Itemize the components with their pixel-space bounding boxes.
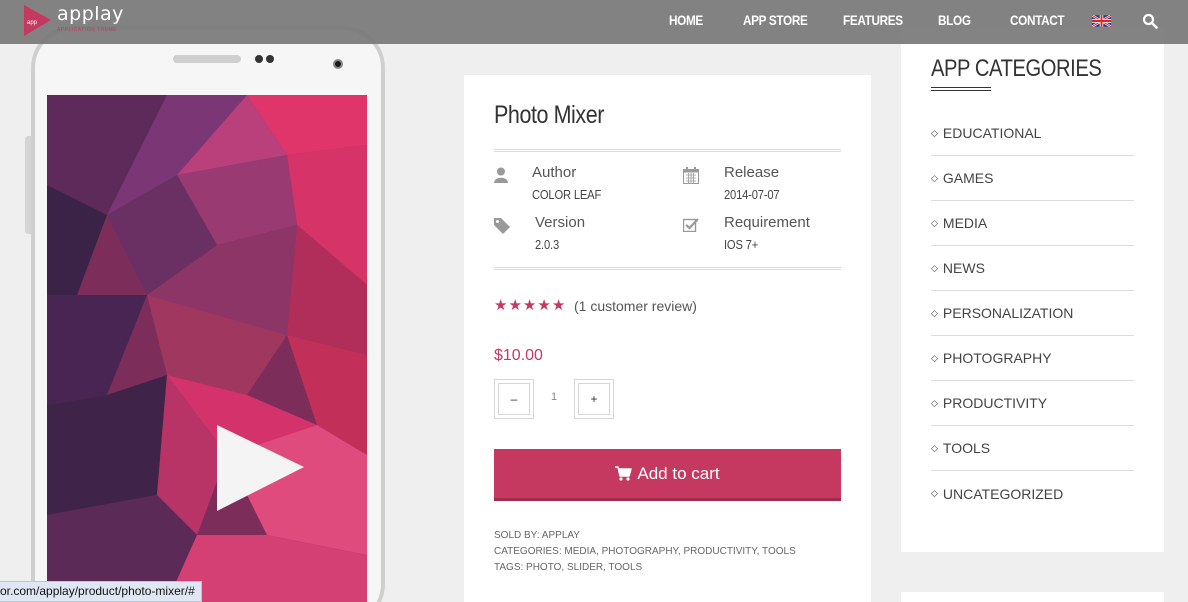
star-icon: ★ xyxy=(537,297,551,314)
phone-camera xyxy=(333,59,343,69)
category-item[interactable]: ◇ PERSONALIZATION xyxy=(931,291,1134,336)
requirement-label: Requirement xyxy=(724,214,810,231)
diamond-icon: ◇ xyxy=(931,127,938,138)
divider xyxy=(494,149,841,152)
quantity-decrease-button[interactable]: – xyxy=(494,379,534,419)
version-label: Version xyxy=(535,214,586,231)
logo-tagline: APPLICATION THEME xyxy=(57,27,117,33)
diamond-icon: ◇ xyxy=(931,217,938,228)
diamond-icon: ◇ xyxy=(931,397,938,408)
polygon-background xyxy=(47,95,367,602)
sold-by: SOLD BY: APPLAY xyxy=(494,530,580,541)
svg-text:app: app xyxy=(27,20,38,26)
diamond-icon: ◇ xyxy=(931,488,938,498)
category-item[interactable]: ◇ PRODUCTIVITY xyxy=(931,381,1134,426)
widget-title: APP CATEGORIES xyxy=(931,55,1102,82)
play-icon[interactable] xyxy=(217,425,307,515)
nav-app-store[interactable]: APP STORE xyxy=(743,12,808,28)
checkbox-icon xyxy=(683,218,699,232)
author-label: Author xyxy=(532,164,577,181)
quantity-input[interactable]: 1 xyxy=(546,391,562,403)
release-value: 2014-07-07 xyxy=(724,187,780,202)
release-label: Release xyxy=(724,164,780,181)
next-widget xyxy=(901,592,1164,602)
search-icon[interactable] xyxy=(1142,13,1158,29)
shopping-cart-icon xyxy=(615,466,633,481)
version-value: 2.0.3 xyxy=(535,237,560,252)
logo-mark-icon: app xyxy=(24,5,51,36)
diamond-icon: ◇ xyxy=(931,172,938,183)
star-icon: ★ xyxy=(522,297,537,314)
star-icon: ★ xyxy=(508,297,522,314)
uk-flag-icon[interactable] xyxy=(1092,15,1111,27)
category-item[interactable]: ◇ EDUCATIONAL xyxy=(931,111,1134,156)
star-icon: ★ xyxy=(551,297,566,314)
app-categories-widget: APP CATEGORIES ◇ EDUCATIONAL ◇ GAMES ◇ MEDI… xyxy=(901,28,1164,552)
tag-icon xyxy=(494,218,510,234)
nav-features[interactable]: FEATURES xyxy=(843,12,903,28)
add-to-cart-label: Add to cart xyxy=(637,463,720,483)
phone-speaker xyxy=(173,55,241,63)
category-item[interactable]: ◇ MEDIA xyxy=(931,201,1134,246)
diamond-icon: ◇ xyxy=(931,442,938,453)
category-item[interactable]: ◇ PHOTOGRAPHY xyxy=(931,336,1134,381)
star-icon: ★ xyxy=(494,297,508,314)
nav-home[interactable]: HOME xyxy=(669,12,703,28)
product-categories[interactable]: CATEGORIES: MEDIA, PHOTOGRAPHY, PRODUCTI… xyxy=(494,546,796,557)
diamond-icon: ◇ xyxy=(931,352,938,363)
divider xyxy=(494,267,841,270)
category-item[interactable]: ◇ NEWS xyxy=(931,246,1134,291)
star-rating: ★ ★ ★ ★ ★ xyxy=(494,298,565,314)
logo[interactable]: app applay APPLICATION THEME xyxy=(24,3,124,37)
category-item[interactable]: ◇ UNCATEGORIZED xyxy=(931,471,1134,516)
nav-contact[interactable]: CONTACT xyxy=(1010,12,1065,28)
phone-sensor-dot xyxy=(266,55,274,63)
status-url: or.com/applay/product/photo-mixer/# xyxy=(0,581,202,602)
add-to-cart-button[interactable]: Add to cart xyxy=(494,449,841,501)
nav-blog[interactable]: BLOG xyxy=(938,12,971,28)
diamond-icon: ◇ xyxy=(931,307,938,318)
logo-text: applay xyxy=(57,3,124,25)
category-list: ◇ EDUCATIONAL ◇ GAMES ◇ MEDIA ◇ NEWS ◇ PERSON… xyxy=(931,111,1134,516)
user-icon xyxy=(494,167,508,183)
category-item[interactable]: ◇ TOOLS xyxy=(931,426,1134,471)
top-navigation-bar: app applay APPLICATION THEME HOME APP ST… xyxy=(0,0,1188,44)
category-item[interactable]: ◇ GAMES xyxy=(931,156,1134,201)
product-tags[interactable]: TAGS: PHOTO, SLIDER, TOOLS xyxy=(494,562,642,573)
diamond-icon: ◇ xyxy=(931,262,938,273)
phone-sensor-dot xyxy=(255,55,263,63)
product-card: Photo Mixer Author COLOR LEAF Release 20… xyxy=(464,75,871,602)
author-value[interactable]: COLOR LEAF xyxy=(532,187,601,202)
calendar-icon xyxy=(683,167,699,184)
customer-review-link[interactable]: (1 customer review) xyxy=(574,298,697,314)
title-underline xyxy=(931,87,991,91)
video-preview[interactable] xyxy=(47,95,367,602)
quantity-increase-button[interactable]: + xyxy=(574,379,614,419)
product-price: $10.00 xyxy=(494,347,543,364)
requirement-value: IOS 7+ xyxy=(724,237,759,252)
product-title: Photo Mixer xyxy=(494,101,604,129)
